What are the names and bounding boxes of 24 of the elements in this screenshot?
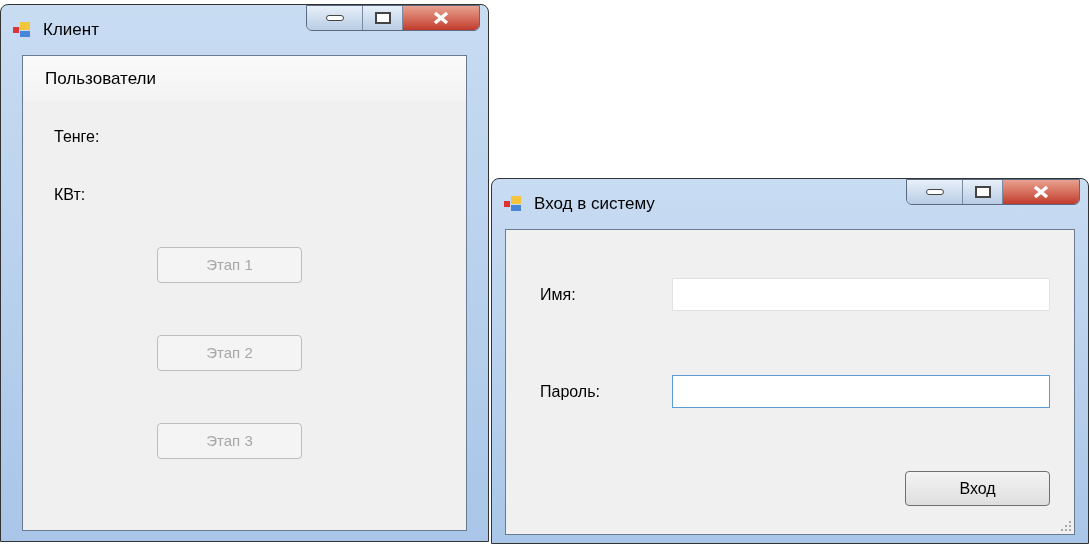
close-button[interactable] xyxy=(1003,180,1079,204)
close-icon xyxy=(1032,185,1050,199)
login-button[interactable]: Вход xyxy=(905,471,1050,506)
app-icon xyxy=(13,21,31,38)
minimize-button[interactable] xyxy=(907,180,963,204)
menu-item[interactable]: Пользователи xyxy=(45,65,156,92)
close-button[interactable] xyxy=(403,6,479,30)
minimize-icon xyxy=(925,189,944,195)
minimize-icon xyxy=(325,15,344,21)
maximize-button[interactable] xyxy=(363,6,403,30)
field-label: Тенге: xyxy=(54,127,101,147)
field-label: Имя: xyxy=(539,284,577,305)
minimize-button[interactable] xyxy=(307,6,363,30)
window-title: Клиент xyxy=(43,19,99,41)
app-icon xyxy=(504,195,522,212)
field-label: КВт: xyxy=(54,185,87,205)
window-title: Вход в систему xyxy=(534,193,655,215)
input-field[interactable] xyxy=(672,375,1050,408)
maximize-button[interactable] xyxy=(963,180,1003,204)
field-label: Пароль: xyxy=(539,381,601,402)
maximize-icon xyxy=(374,12,391,24)
resize-grip-icon xyxy=(1061,521,1071,531)
maximize-icon xyxy=(974,186,991,198)
close-icon xyxy=(432,11,450,25)
